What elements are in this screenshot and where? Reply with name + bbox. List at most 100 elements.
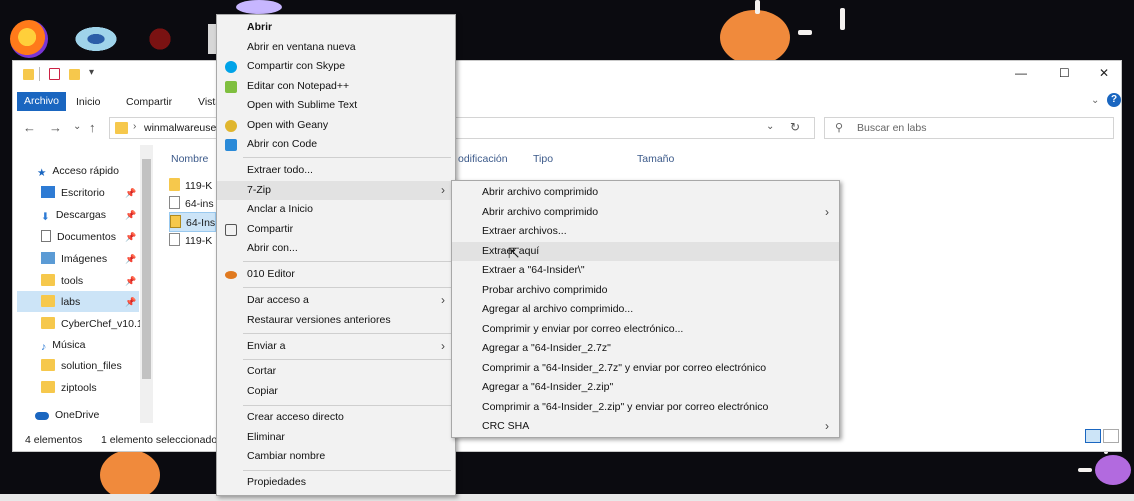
help-button[interactable]: ? xyxy=(1107,93,1121,107)
menu-item-vscode[interactable]: Abrir con Code xyxy=(217,135,455,155)
address-dropdown-icon[interactable]: ⌄ xyxy=(766,121,774,132)
nav-item-labs[interactable]: labs xyxy=(41,292,80,312)
menu-item-geany[interactable]: Open with Geany xyxy=(217,116,455,136)
menu-item-cambiar-nombre[interactable]: Cambiar nombre xyxy=(217,447,455,467)
file-row[interactable]: 64-ins xyxy=(169,194,214,214)
nav-item-solution-files[interactable]: solution_files xyxy=(41,356,122,376)
menu-item-abrir-ventana-nueva[interactable]: Abrir en ventana nueva xyxy=(217,38,455,58)
submenu-item-comprimir-enviar[interactable]: Comprimir y enviar por correo electrónic… xyxy=(452,320,839,340)
menu-item-restaurar-versiones[interactable]: Restaurar versiones anteriores xyxy=(217,311,455,331)
menu-separator xyxy=(243,261,451,262)
submenu-item-abrir-comprimido-sub[interactable]: Abrir archivo comprimido › xyxy=(452,203,839,223)
maximize-button[interactable]: ☐ xyxy=(1059,66,1070,80)
firefox-icon[interactable] xyxy=(10,20,48,58)
column-header-type[interactable]: Tipo xyxy=(533,153,553,165)
virus-decoration xyxy=(720,10,790,65)
submenu-item-extraer-a[interactable]: Extraer a "64-Insider\" xyxy=(452,261,839,281)
file-row-selected[interactable]: 64-Ins xyxy=(169,212,217,232)
menu-item-extraer-todo[interactable]: Extraer todo... xyxy=(217,161,455,181)
menu-item-abrir-con[interactable]: Abrir con... xyxy=(217,239,455,259)
menu-separator xyxy=(243,359,451,360)
column-header-size[interactable]: Tamaño xyxy=(637,153,674,165)
up-arrow-icon[interactable]: ↑ xyxy=(89,120,96,135)
menu-separator xyxy=(243,333,451,334)
menu-separator xyxy=(243,157,451,158)
search-input[interactable]: ⚲ Buscar en labs xyxy=(824,117,1114,139)
nav-item-acceso-rapido[interactable]: ★ Acceso rápido xyxy=(37,161,119,181)
notepadpp-icon xyxy=(225,80,237,93)
menu-item-crear-acceso-directo[interactable]: Crear acceso directo xyxy=(217,408,455,428)
minimize-button[interactable]: — xyxy=(1015,66,1027,80)
nav-scrollbar[interactable] xyxy=(140,145,153,423)
new-folder-icon[interactable] xyxy=(69,69,80,80)
menu-item-compartir[interactable]: Compartir xyxy=(217,220,455,240)
7zip-submenu: Abrir archivo comprimido Abrir archivo c… xyxy=(451,180,840,438)
eye-app-icon[interactable] xyxy=(72,25,120,53)
share-icon xyxy=(225,223,237,236)
menu-item-compartir-skype[interactable]: Compartir con Skype xyxy=(217,57,455,77)
virus-spike xyxy=(1078,468,1092,472)
column-header-modified[interactable]: odificación xyxy=(458,153,508,165)
menu-item-copiar[interactable]: Copiar xyxy=(217,382,455,402)
file-row[interactable]: 119-K xyxy=(169,176,212,196)
pin-icon: 📌 xyxy=(125,276,137,286)
large-icons-view-icon[interactable] xyxy=(1103,429,1119,443)
refresh-icon[interactable]: ↻ xyxy=(790,120,800,134)
menu-item-notepadpp[interactable]: Editar con Notepad++ xyxy=(217,77,455,97)
details-view-icon[interactable] xyxy=(1085,429,1101,443)
nav-item-onedrive[interactable]: OneDrive xyxy=(35,405,99,425)
download-icon: ⬇ xyxy=(41,211,50,223)
nav-item-documentos[interactable]: Documentos xyxy=(41,227,116,247)
tab-compartir[interactable]: Compartir xyxy=(119,93,179,111)
nav-scrollbar-thumb[interactable] xyxy=(142,159,151,379)
nav-item-imagenes[interactable]: Imágenes xyxy=(41,249,107,269)
nav-item-tools[interactable]: tools xyxy=(41,271,83,291)
menu-item-anclar-inicio[interactable]: Anclar a Inicio xyxy=(217,200,455,220)
submenu-item-agregar-archivo[interactable]: Agregar al archivo comprimido... xyxy=(452,300,839,320)
properties-icon[interactable] xyxy=(49,68,60,80)
address-bar[interactable]: › winmalwareuse ⌄ ↻ xyxy=(109,117,815,139)
nav-item-musica[interactable]: ♪ Música xyxy=(41,335,86,355)
file-row[interactable]: 119-K xyxy=(169,231,212,251)
recent-chevron-icon[interactable]: ⌄ xyxy=(73,121,81,132)
submenu-item-agregar-zip[interactable]: Agregar a "64-Insider_2.zip" xyxy=(452,378,839,398)
pin-icon: 📌 xyxy=(125,210,137,220)
menu-item-enviar-a[interactable]: Enviar a › xyxy=(217,337,455,357)
submenu-item-crc-sha[interactable]: CRC SHA › xyxy=(452,417,839,437)
menu-item-propiedades[interactable]: Propiedades xyxy=(217,473,455,493)
nav-item-descargas[interactable]: ⬇ Descargas xyxy=(41,205,106,225)
pin-icon: 📌 xyxy=(125,232,137,242)
nav-item-ziptools[interactable]: ziptools xyxy=(41,378,97,398)
submenu-item-extraer-archivos[interactable]: Extraer archivos... xyxy=(452,222,839,242)
nav-item-cyberchef[interactable]: CyberChef_v10.1 xyxy=(41,314,143,334)
bug-app-icon[interactable] xyxy=(140,22,180,56)
menu-item-7zip[interactable]: 7-Zip › xyxy=(217,180,455,200)
tab-inicio[interactable]: Inicio xyxy=(69,93,108,111)
menu-item-cortar[interactable]: Cortar xyxy=(217,362,455,382)
folder-icon xyxy=(41,381,55,393)
close-button[interactable]: ✕ xyxy=(1099,66,1109,80)
forward-arrow-icon[interactable]: → xyxy=(49,120,62,135)
menu-item-sublime[interactable]: Open with Sublime Text xyxy=(217,96,455,116)
submenu-item-comprimir-zip-enviar[interactable]: Comprimir a "64-Insider_2.zip" y enviar … xyxy=(452,398,839,418)
submenu-item-probar[interactable]: Probar archivo comprimido xyxy=(452,281,839,301)
submenu-item-abrir-comprimido[interactable]: Abrir archivo comprimido xyxy=(452,183,839,203)
back-arrow-icon[interactable]: ← xyxy=(23,120,36,135)
menu-item-eliminar[interactable]: Eliminar xyxy=(217,428,455,448)
submenu-item-agregar-7z[interactable]: Agregar a "64-Insider_2.7z" xyxy=(452,339,839,359)
pin-icon: 📌 xyxy=(125,254,137,264)
tab-archivo[interactable]: Archivo xyxy=(17,92,67,111)
folder-icon xyxy=(41,274,55,286)
column-header-name[interactable]: Nombre xyxy=(171,153,208,165)
menu-item-010-editor[interactable]: 010 Editor xyxy=(217,265,455,285)
chevron-down-icon[interactable]: ▾ xyxy=(89,67,94,78)
menu-item-abrir[interactable]: Abrir xyxy=(217,18,455,38)
image-icon xyxy=(41,252,55,264)
menu-item-dar-acceso[interactable]: Dar acceso a › xyxy=(217,291,455,311)
desktop-icon xyxy=(41,186,55,198)
breadcrumb-path[interactable]: winmalwareuse xyxy=(144,122,216,134)
expand-ribbon-icon[interactable]: ⌄ xyxy=(1091,95,1099,106)
submenu-item-comprimir-7z-enviar[interactable]: Comprimir a "64-Insider_2.7z" y enviar p… xyxy=(452,359,839,379)
submenu-item-extraer-aqui[interactable]: Extraer aquí ⇱ xyxy=(452,241,839,261)
nav-item-escritorio[interactable]: Escritorio xyxy=(41,183,105,203)
